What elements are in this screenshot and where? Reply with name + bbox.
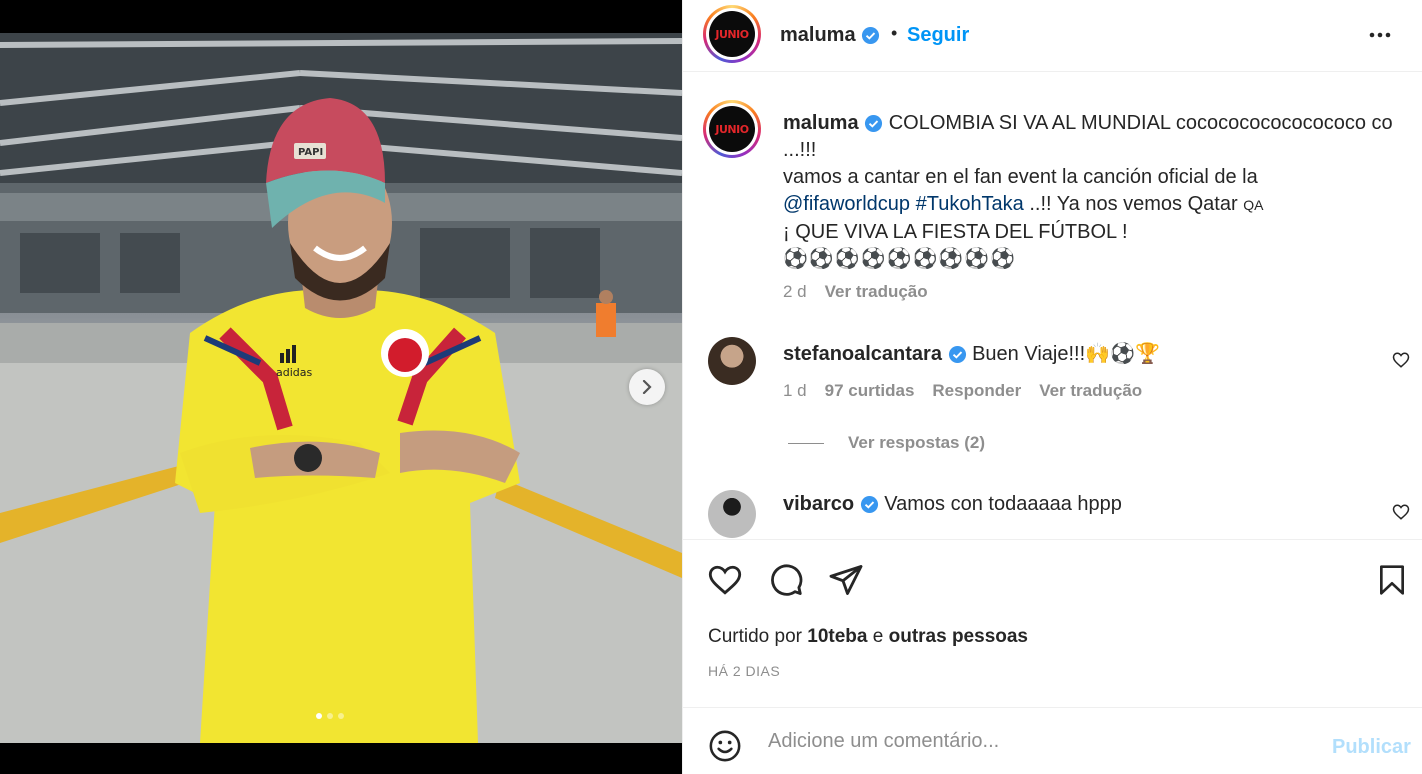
caption-meta: 2 d Ver tradução (783, 282, 928, 302)
verified-badge-icon (860, 496, 878, 514)
comment-like-heart-icon[interactable] (1392, 351, 1410, 369)
add-comment-bar: Publicar (683, 707, 1422, 774)
view-replies-label: Ver respostas (2) (848, 433, 986, 452)
other-likers-link[interactable]: outras pessoas (889, 626, 1028, 647)
verified-badge-icon (862, 27, 880, 45)
carousel-indicator (316, 713, 344, 719)
comment-item: vibarco Vamos con todaaaaa hppp (783, 493, 1122, 516)
flag-text: QA (1243, 197, 1264, 213)
avatar-logo: JUNIO (709, 106, 755, 152)
jersey-brand-text: adidas (276, 366, 313, 379)
post-details-panel: JUNIO maluma • Seguir JUNIO maluma COLOM… (682, 0, 1422, 774)
share-paper-plane-icon[interactable] (828, 562, 864, 598)
caption-line-4: ¡ QUE VIVA LA FIESTA DEL FÚTBOL ! (783, 221, 1128, 243)
caption-line-2: vamos a cantar en el fan event la canció… (783, 166, 1258, 188)
commenter-avatar[interactable] (708, 337, 756, 385)
author-username: maluma (780, 24, 856, 46)
caption-age: 2 d (783, 282, 807, 301)
likes-summary: Curtido por 10teba e outras pessoas (708, 626, 1028, 648)
reply-button[interactable]: Responder (932, 381, 1021, 401)
publish-button[interactable]: Publicar (1332, 736, 1411, 759)
author-username-link[interactable]: maluma (780, 24, 880, 47)
caption-author-avatar[interactable]: JUNIO (703, 100, 761, 158)
chevron-right-icon (642, 380, 652, 394)
comment-translate-button[interactable]: Ver tradução (1039, 381, 1142, 401)
post-caption: maluma COLOMBIA SI VA AL MUNDIAL cocococ… (783, 110, 1393, 273)
commenter-avatar[interactable] (708, 490, 756, 538)
comment-likes-count[interactable]: 97 curtidas (825, 381, 915, 401)
view-replies-button[interactable]: Ver respostas (2) (788, 433, 985, 453)
comments-section: JUNIO maluma COLOMBIA SI VA AL MUNDIAL c… (683, 73, 1422, 539)
avatar-logo: JUNIO (709, 11, 755, 57)
caption-line-3: ..!! Ya nos vemos Qatar (1023, 193, 1238, 215)
carousel-dot (338, 713, 344, 719)
soccer-ball-emojis: ⚽⚽⚽⚽⚽⚽⚽⚽⚽ (783, 248, 1017, 270)
comment-item: stefanoalcantara Buen Viaje!!!🙌⚽🏆 (783, 341, 1160, 366)
comment-like-heart-icon[interactable] (1392, 503, 1410, 521)
comment-input[interactable] (768, 724, 1308, 758)
likes-prefix: Curtido por (708, 626, 808, 647)
post-photo: adidas PAPI (0, 33, 682, 743)
liker-username[interactable]: 10teba (807, 626, 867, 647)
comment-meta: 1 d 97 curtidas Responder Ver tradução (783, 381, 1142, 401)
verified-badge-icon (948, 346, 966, 364)
post-header: JUNIO maluma • Seguir (683, 0, 1422, 72)
next-slide-button[interactable] (629, 369, 665, 405)
post-timestamp[interactable]: HÁ 2 DIAS (708, 663, 780, 679)
author-avatar[interactable]: JUNIO (703, 5, 761, 63)
likes-conjunction: e (867, 626, 889, 647)
header-separator: • (891, 23, 898, 43)
follow-button[interactable]: Seguir (907, 24, 969, 47)
comment-age: 1 d (783, 381, 807, 400)
carousel-dot (327, 713, 333, 719)
cap-patch-text: PAPI (298, 147, 323, 158)
caption-username[interactable]: maluma (783, 112, 859, 134)
post-media: adidas PAPI (0, 0, 682, 774)
carousel-dot (316, 713, 322, 719)
comment-username[interactable]: stefanoalcantara (783, 343, 942, 365)
replies-divider (788, 442, 824, 444)
caption-translate-button[interactable]: Ver tradução (825, 282, 928, 302)
more-options-icon[interactable] (1367, 22, 1393, 48)
post-actions: Curtido por 10teba e outras pessoas HÁ 2… (683, 539, 1422, 707)
comment-text: Vamos con todaaaaa hppp (884, 493, 1122, 515)
mention-link[interactable]: @fifaworldcup (783, 193, 910, 215)
verified-badge-icon (865, 115, 883, 133)
comment-text: Buen Viaje!!!🙌⚽🏆 (972, 343, 1160, 365)
comment-username[interactable]: vibarco (783, 493, 854, 515)
hangar-photo-illustration: adidas PAPI (0, 33, 682, 743)
save-bookmark-icon[interactable] (1376, 562, 1408, 598)
comment-bubble-icon[interactable] (768, 562, 804, 598)
hashtag-link[interactable]: #TukohTaka (916, 193, 1024, 215)
emoji-smiley-icon[interactable] (708, 729, 742, 763)
like-heart-icon[interactable] (707, 562, 743, 598)
